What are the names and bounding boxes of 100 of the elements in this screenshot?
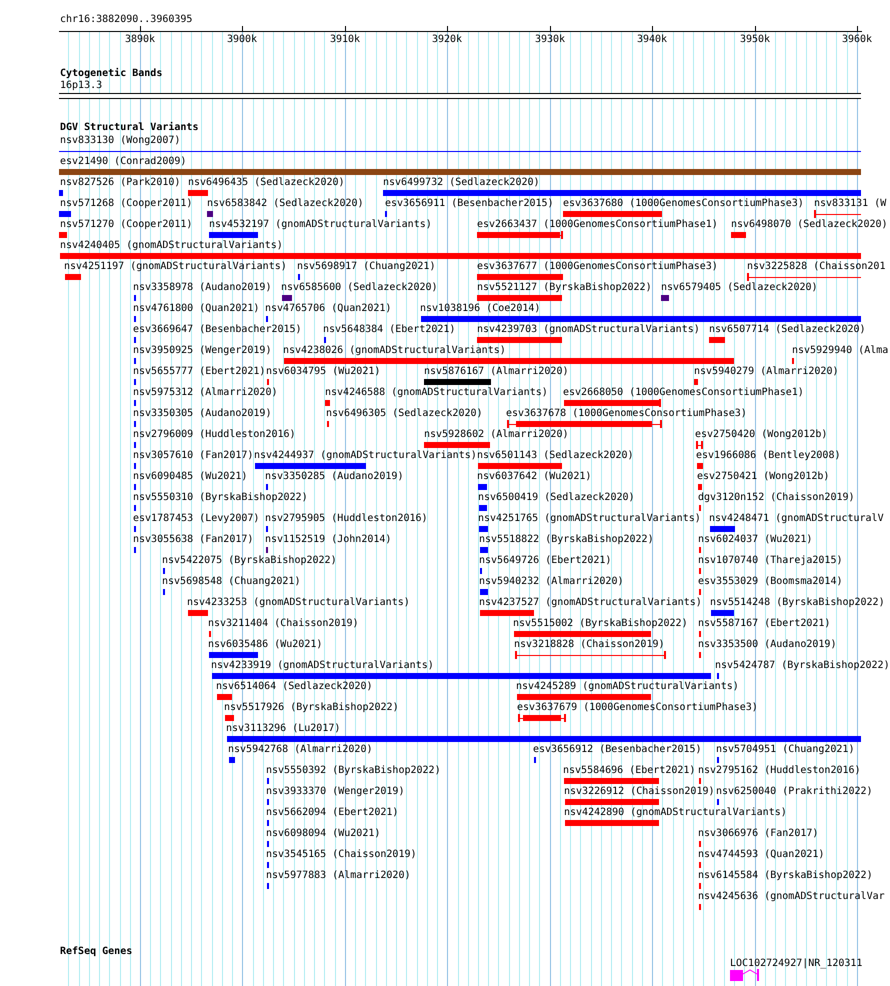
variant-label: nsv2796009 (Huddleston2016) bbox=[133, 429, 296, 441]
variant-label: esv1966086 (Bentley2008) bbox=[696, 450, 840, 462]
ruler-tick-label: 3920k bbox=[430, 34, 464, 46]
variant-label: nsv6034795 (Wu2021) bbox=[266, 366, 380, 378]
variant-label: nsv2795905 (Huddleston2016) bbox=[265, 513, 428, 525]
band-label: 16p13.3 bbox=[60, 80, 102, 92]
variant-label: nsv5942768 (Almarri2020) bbox=[228, 744, 372, 756]
variant-label: nsv6507714 (Sedlazeck2020) bbox=[709, 324, 866, 336]
ruler-tick-label: 3910k bbox=[328, 34, 362, 46]
track-title: DGV Structural Variants bbox=[60, 122, 198, 134]
variant-label: nsv5424787 (ByrskaBishop2022) bbox=[715, 660, 890, 672]
variant-label: nsv4245636 (gnomADStructuralVar bbox=[698, 891, 885, 903]
variant-label: nsv6098094 (Wu2021) bbox=[266, 828, 380, 840]
variant-label: nsv1152519 (John2014) bbox=[265, 534, 392, 546]
variant-label: nsv5517926 (ByrskaBishop2022) bbox=[224, 702, 399, 714]
variant-label: esv1787453 (Levy2007) bbox=[133, 513, 260, 525]
variant-label: nsv5698548 (Chuang2021) bbox=[162, 576, 300, 588]
variant-label: nsv4532197 (gnomADStructuralVariants) bbox=[209, 219, 432, 231]
variant-label: nsv6583842 (Sedlazeck2020) bbox=[207, 198, 364, 210]
variant-label: esv3656911 (Besenbacher2015) bbox=[385, 198, 554, 210]
variant-label: nsv6024037 (Wu2021) bbox=[698, 534, 812, 546]
variant-label: nsv4744593 (Quan2021) bbox=[698, 849, 824, 861]
variant-label: nsv5514248 (ByrskaBishop2022) bbox=[710, 597, 885, 609]
variant-label: esv21490 (Conrad2009) bbox=[60, 156, 186, 168]
variant-label: nsv5975312 (Almarri2020) bbox=[133, 387, 278, 399]
variant-label: nsv1038196 (Coe2014) bbox=[420, 303, 540, 315]
variant-label: nsv3211404 (Chaisson2019) bbox=[208, 618, 359, 630]
variant-label: nsv6145584 (ByrskaBishop2022) bbox=[698, 870, 873, 882]
variant-label: nsv4248471 (gnomADStructuralV bbox=[709, 513, 884, 525]
variant-label: nsv4239703 (gnomADStructuralVariants) bbox=[477, 324, 700, 336]
variant-label: nsv3350285 (Audano2019) bbox=[265, 471, 404, 483]
ruler-tick-label: 3950k bbox=[738, 34, 772, 46]
variant-label: nsv5704951 (Chuang2021) bbox=[716, 744, 854, 756]
variant-label: nsv4233253 (gnomADStructuralVariants) bbox=[187, 597, 410, 609]
variant-label: nsv5876167 (Almarri2020) bbox=[424, 366, 568, 378]
variant-label: nsv4242890 (gnomADStructuralVariants) bbox=[564, 807, 787, 819]
variant-label: nsv3066976 (Fan2017) bbox=[698, 828, 818, 840]
variant-label: esv3637677 (1000GenomesConsortiumPhase3) bbox=[477, 261, 718, 273]
variant-label: nsv3358978 (Audano2019) bbox=[133, 282, 272, 294]
variant-label: nsv6500419 (Sedlazeck2020) bbox=[478, 492, 635, 504]
variant-label: nsv6250040 (Prakrithi2022) bbox=[716, 786, 873, 798]
variant-label: nsv2795162 (Huddleston2016) bbox=[698, 765, 861, 777]
variant-label: nsv3226912 (Chaisson2019) bbox=[564, 786, 715, 798]
variant-label: nsv4765706 (Quan2021) bbox=[265, 303, 392, 315]
variant-label: nsv5940279 (Almarri2020) bbox=[694, 366, 838, 378]
variant-label: nsv3225828 (Chaisson201 bbox=[747, 261, 886, 273]
ruler-tick-label: 3960k bbox=[840, 34, 874, 46]
variant-label: esv3656912 (Besenbacher2015) bbox=[533, 744, 702, 756]
variant-label: nsv5515002 (ByrskaBishop2022) bbox=[513, 618, 688, 630]
variant-label: nsv5422075 (ByrskaBishop2022) bbox=[162, 555, 337, 567]
variant-label: nsv6501143 (Sedlazeck2020) bbox=[477, 450, 634, 462]
variant-label: nsv6579405 (Sedlazeck2020) bbox=[661, 282, 818, 294]
variant-label: nsv3057610 (Fan2017) bbox=[133, 450, 254, 462]
variant-label: nsv6496435 (Sedlazeck2020) bbox=[188, 177, 345, 189]
variant-label: nsv4251765 (gnomADStructuralVariants) bbox=[478, 513, 701, 525]
variant-label: esv3637680 (1000GenomesConsortiumPhase3) bbox=[563, 198, 804, 210]
variant-label: esv2663437 (1000GenomesConsortiumPhase1) bbox=[477, 219, 718, 231]
variant-label: nsv833130 (Wong2007) bbox=[60, 135, 180, 147]
variant-label: nsv4244937 (gnomADStructuralVariants) bbox=[254, 450, 477, 462]
variant-label: nsv6498070 (Sedlazeck2020) bbox=[731, 219, 888, 231]
track-title: Cytogenetic Bands bbox=[60, 68, 162, 80]
variant-label: nsv5649726 (Ebert2021) bbox=[479, 555, 612, 567]
variant-label: esv2750421 (Wong2012b) bbox=[697, 471, 830, 483]
variant-label: esv2668050 (1000GenomesConsortiumPhase1) bbox=[563, 387, 804, 399]
variant-label: nsv5977883 (Almarri2020) bbox=[266, 870, 410, 882]
variant-label: nsv3545165 (Chaisson2019) bbox=[266, 849, 417, 861]
variant-label: nsv5584696 (Ebert2021) bbox=[563, 765, 696, 777]
variant-label: nsv5518822 (ByrskaBishop2022) bbox=[479, 534, 654, 546]
variant-label: nsv5587167 (Ebert2021) bbox=[698, 618, 830, 630]
track-title: RefSeq Genes bbox=[60, 946, 132, 958]
variant-label: nsv5550392 (ByrskaBishop2022) bbox=[266, 765, 441, 777]
variant-label: nsv3113296 (Lu2017) bbox=[226, 723, 340, 735]
variant-label: nsv5940232 (Almarri2020) bbox=[479, 576, 624, 588]
gene-label: LOC102724927|NR_120311 bbox=[730, 958, 862, 970]
variant-label: nsv5648384 (Ebert2021) bbox=[323, 324, 456, 336]
variant-label: nsv5550310 (ByrskaBishop2022) bbox=[133, 492, 308, 504]
variant-label: dgv3120n152 (Chaisson2019) bbox=[698, 492, 855, 504]
variant-label: nsv4761800 (Quan2021) bbox=[133, 303, 260, 315]
variant-label: nsv6585600 (Sedlazeck2020) bbox=[281, 282, 438, 294]
variant-label: esv3553029 (Boomsma2014) bbox=[698, 576, 842, 588]
variant-label: nsv6514064 (Sedlazeck2020) bbox=[216, 681, 373, 693]
variant-label: esv2750420 (Wong2012b) bbox=[695, 429, 828, 441]
chromosome-range-label: chr16:3882090..3960395 bbox=[60, 14, 192, 26]
variant-label: nsv3933370 (Wenger2019) bbox=[266, 786, 404, 798]
variant-label: nsv6496305 (Sedlazeck2020) bbox=[326, 408, 483, 420]
variant-label: nsv4238026 (gnomADStructuralVariants) bbox=[283, 345, 506, 357]
variant-label: nsv5698917 (Chuang2021) bbox=[297, 261, 436, 273]
variant-label: esv3637679 (1000GenomesConsortiumPhase3) bbox=[517, 702, 758, 714]
variant-label: nsv6499732 (Sedlazeck2020) bbox=[383, 177, 540, 189]
variant-label: nsv5929940 (Alma bbox=[792, 345, 888, 357]
variant-label: nsv4237527 (gnomADStructuralVariants) bbox=[479, 597, 702, 609]
variant-label: nsv1070740 (Thareja2015) bbox=[698, 555, 842, 567]
variant-label: nsv3218828 (Chaisson2019) bbox=[514, 639, 665, 651]
ruler-tick-label: 3930k bbox=[534, 34, 566, 46]
variant-label: nsv5655777 (Ebert2021) bbox=[133, 366, 266, 378]
ruler-tick-label: 3940k bbox=[636, 34, 668, 46]
variant-label: nsv833131 (W bbox=[814, 198, 886, 210]
variant-label: nsv6035486 (Wu2021) bbox=[208, 639, 322, 651]
variant-label: nsv6090485 (Wu2021) bbox=[133, 471, 248, 483]
variant-label: nsv4240405 (gnomADStructuralVariants) bbox=[60, 240, 283, 252]
